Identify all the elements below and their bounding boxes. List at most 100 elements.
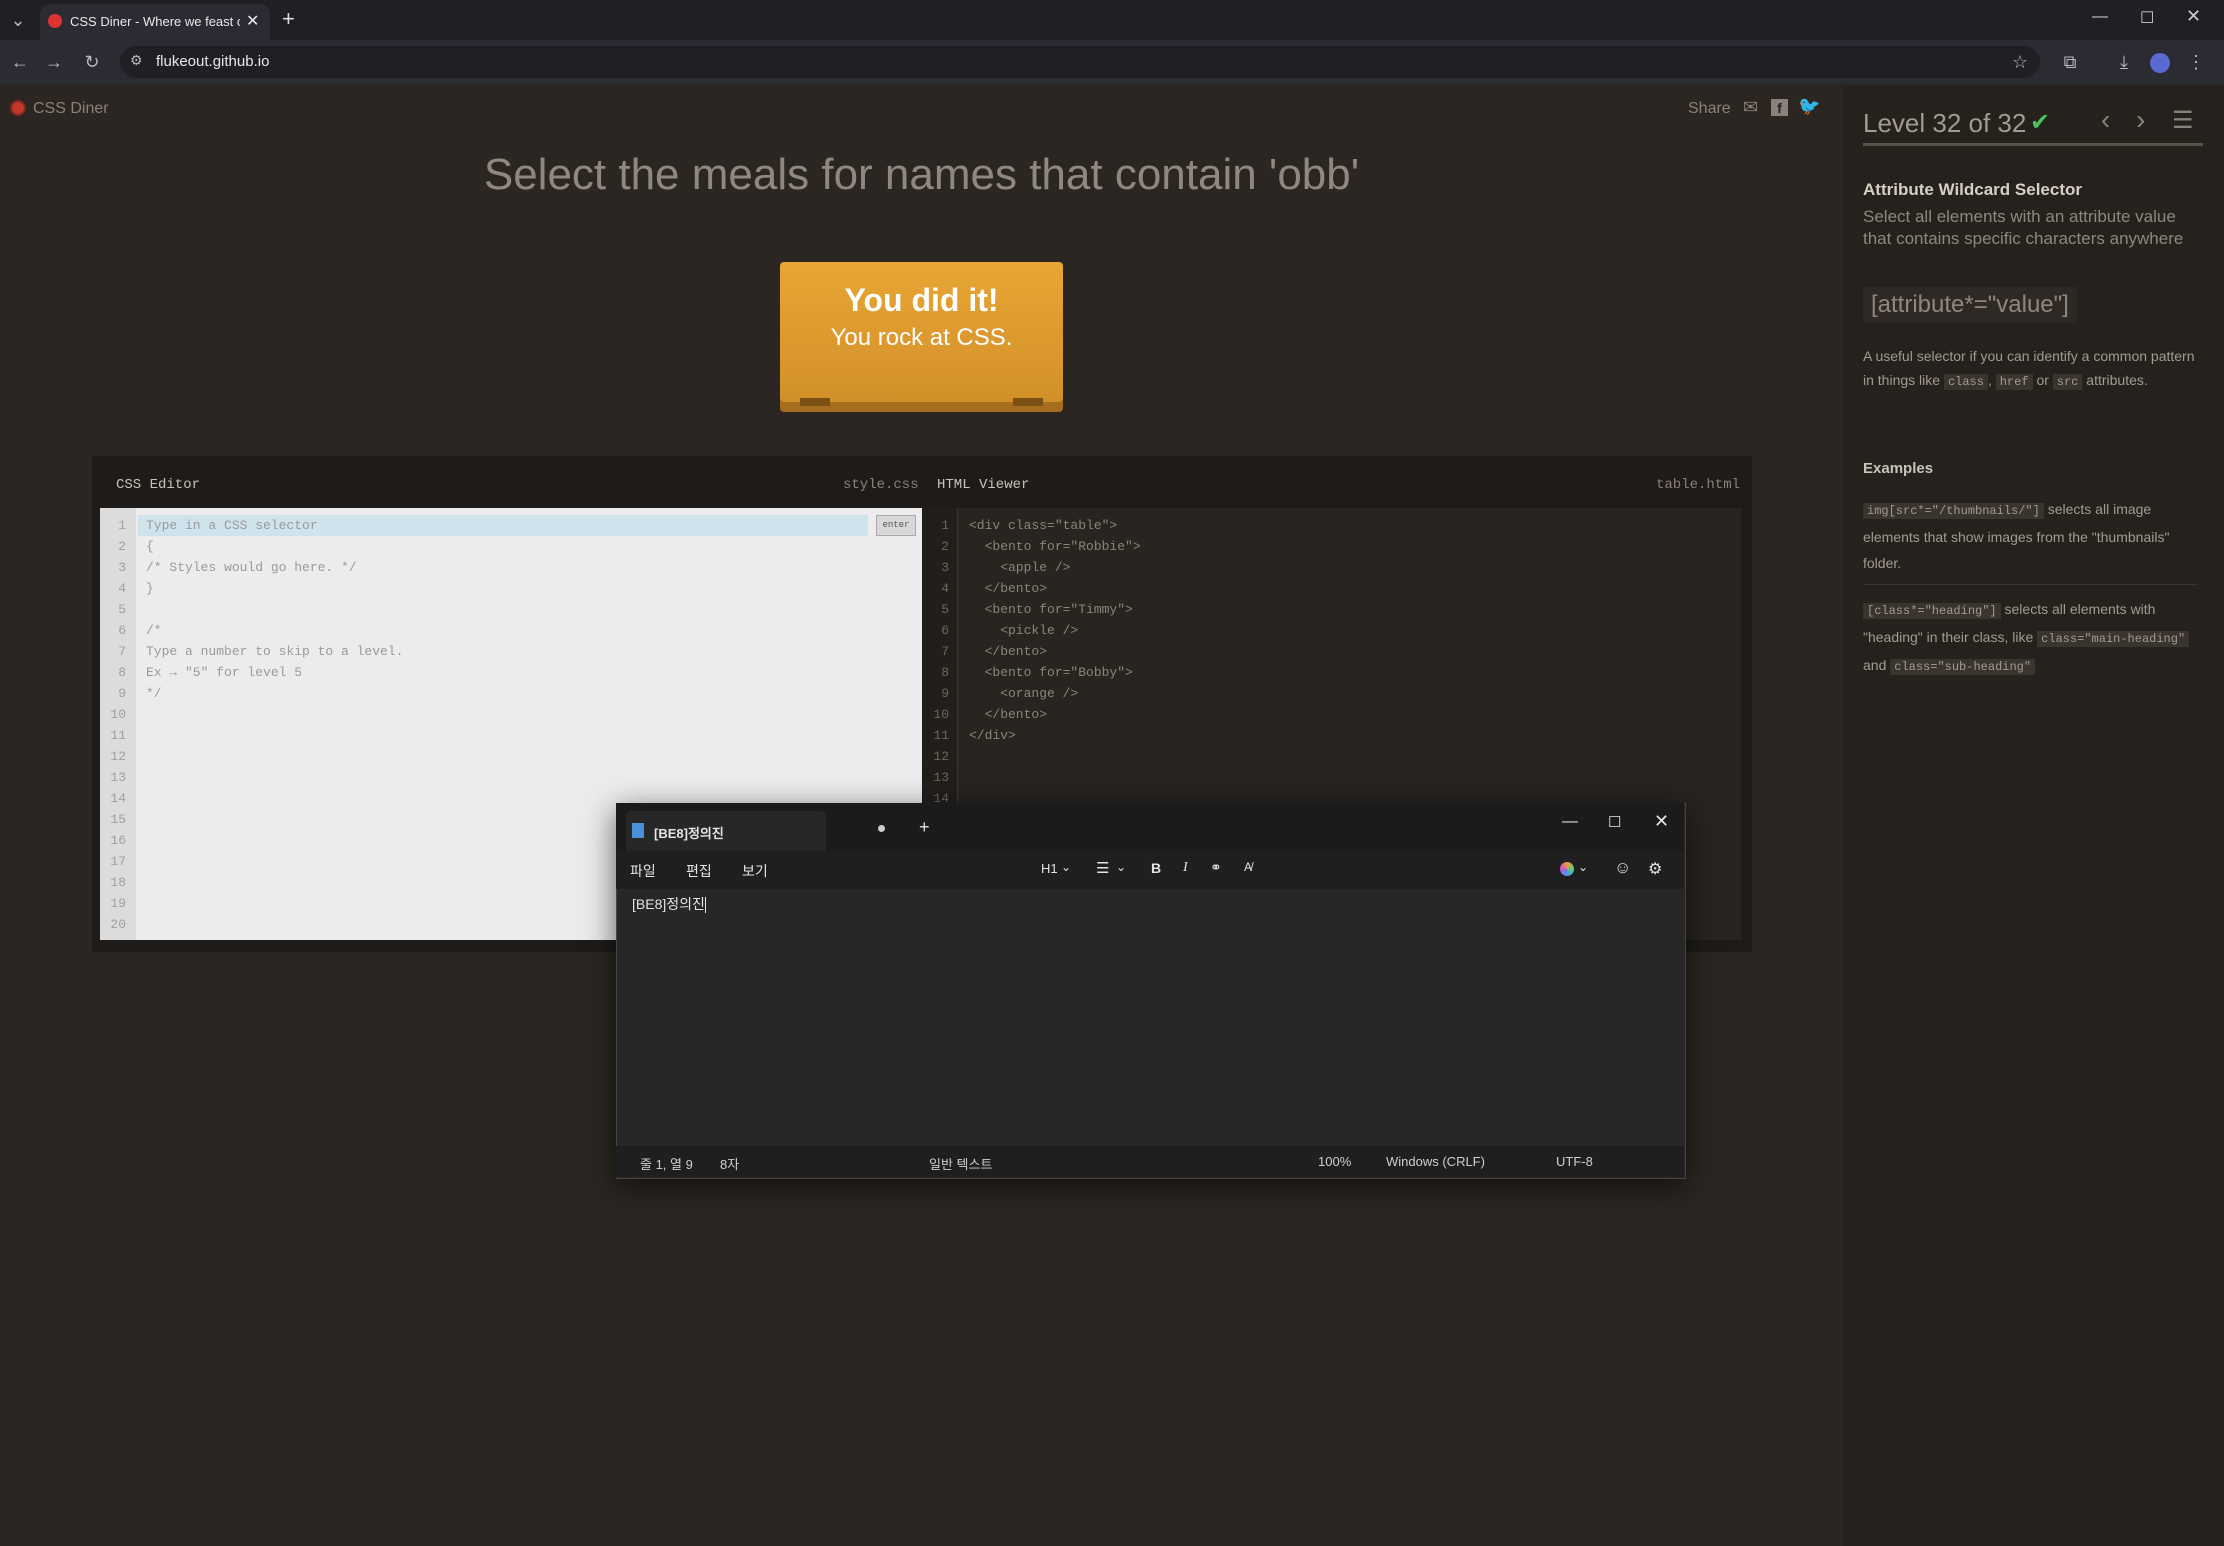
maximize-icon[interactable]: ☐ bbox=[2140, 8, 2154, 28]
selector-hint: A useful selector if you can identify a … bbox=[1863, 344, 2198, 394]
link-icon[interactable]: ⚭ bbox=[1210, 859, 1222, 876]
heading-dropdown[interactable]: H1 bbox=[1041, 861, 1058, 876]
extensions-icon[interactable]: ⧉ bbox=[2058, 50, 2082, 74]
code-text: </bento> bbox=[969, 581, 1048, 596]
menu-view[interactable]: 보기 bbox=[742, 861, 768, 881]
code-line: 11 bbox=[100, 725, 900, 746]
code-line: 4} bbox=[100, 578, 900, 599]
facebook-share-icon[interactable]: f bbox=[1771, 99, 1788, 116]
tab-search-icon[interactable]: ⌄ bbox=[6, 8, 30, 32]
line-number: 15 bbox=[110, 812, 126, 827]
notepad-minimize-icon[interactable]: — bbox=[1562, 813, 1578, 831]
code-line: 7 Type a number to skip to a level. bbox=[100, 641, 900, 662]
example-1: img[src*="/thumbnails/"] selects all ima… bbox=[1863, 496, 2198, 576]
example-2: [class*="heading"] selects all elements … bbox=[1863, 596, 2198, 680]
status-format[interactable]: 일반 텍스트 bbox=[929, 1154, 992, 1173]
selector-name: Attribute Wildcard Selector bbox=[1863, 180, 2082, 199]
line-number: 8 bbox=[118, 665, 126, 680]
status-position: 줄 1, 열 9 bbox=[640, 1157, 693, 1172]
line-number: 6 bbox=[118, 623, 126, 638]
notepad-maximize-icon[interactable]: ☐ bbox=[1608, 813, 1621, 831]
code-line: 12 bbox=[100, 746, 900, 767]
browser-menu-icon[interactable]: ⋮ bbox=[2184, 50, 2208, 74]
line-number: 2 bbox=[941, 539, 949, 554]
html-file-label: table.html bbox=[1656, 477, 1741, 493]
code-line: 8 <bento for="Bobby"> bbox=[923, 662, 1723, 683]
level-complete-check-icon: ✔ bbox=[2030, 109, 2051, 136]
clear-formatting-icon[interactable]: A̸ bbox=[1244, 860, 1252, 874]
bold-icon[interactable]: B bbox=[1151, 860, 1161, 876]
profile-avatar[interactable] bbox=[2150, 53, 2170, 73]
code-line: 10 bbox=[100, 704, 900, 725]
notepad-new-tab-icon[interactable]: + bbox=[919, 817, 930, 838]
line-number: 10 bbox=[933, 707, 949, 722]
site-info-icon[interactable]: ⚙ bbox=[130, 52, 143, 69]
list-icon[interactable]: ☰ bbox=[1096, 859, 1109, 877]
notepad-titlebar: [BE8]정의진 + — ☐ ✕ bbox=[616, 803, 1684, 851]
notepad-menubar: 파일 편집 보기 H1 ⌄ ☰ ⌄ B I ⚭ A̸ ⌄ ☺ ⚙ bbox=[616, 851, 1684, 889]
unsaved-dot-icon[interactable] bbox=[878, 825, 885, 832]
back-icon[interactable]: ← bbox=[8, 50, 32, 74]
account-icon[interactable]: ☺ bbox=[1614, 858, 1631, 878]
text-cursor bbox=[704, 897, 706, 914]
example-2-code-sub: class="sub-heading" bbox=[1890, 659, 2036, 675]
code-line: 12 bbox=[923, 746, 1723, 767]
chevron-down-icon[interactable]: ⌄ bbox=[1578, 860, 1588, 874]
plate-foot bbox=[1013, 398, 1043, 406]
code-line: 6 <pickle /> bbox=[923, 620, 1723, 641]
line-number: 11 bbox=[110, 728, 126, 743]
line-number: 10 bbox=[110, 707, 126, 722]
level-instruction-heading: Select the meals for names that contain … bbox=[483, 150, 1360, 199]
download-icon[interactable]: ⤓ bbox=[2112, 50, 2136, 74]
code-line: 5 bbox=[100, 599, 900, 620]
tab-close-icon[interactable]: ✕ bbox=[246, 11, 259, 31]
level-menu-icon[interactable]: ☰ bbox=[2172, 106, 2194, 135]
code-line: 9 */ bbox=[100, 683, 900, 704]
email-share-icon[interactable]: ✉ bbox=[1743, 97, 1758, 118]
chevron-down-icon[interactable]: ⌄ bbox=[1116, 860, 1126, 874]
css-editor-label: CSS Editor bbox=[116, 477, 201, 493]
line-number: 11 bbox=[933, 728, 949, 743]
previous-level-icon[interactable]: ‹ bbox=[2101, 104, 2110, 136]
twitter-share-icon[interactable]: 🐦 bbox=[1798, 96, 1820, 117]
url-bar[interactable]: ⚙ flukeout.github.io bbox=[120, 46, 2040, 78]
notepad-tab[interactable]: [BE8]정의진 bbox=[626, 811, 826, 851]
code-text: <bento for="Bobby"> bbox=[969, 665, 1133, 680]
code-line: 10 </bento> bbox=[923, 704, 1723, 725]
notepad-statusbar: 줄 1, 열 9 8자 일반 텍스트 100% Windows (CRLF) U… bbox=[616, 1146, 1684, 1177]
menu-edit[interactable]: 편집 bbox=[686, 861, 712, 881]
next-level-icon[interactable]: › bbox=[2136, 104, 2145, 136]
status-zoom[interactable]: 100% bbox=[1318, 1154, 1351, 1169]
plate-message-line1: You did it! bbox=[844, 282, 999, 318]
close-window-icon[interactable]: ✕ bbox=[2186, 6, 2201, 27]
plate-foot bbox=[800, 398, 830, 406]
line-number: 17 bbox=[110, 854, 126, 869]
minimize-icon[interactable]: — bbox=[2092, 8, 2108, 26]
hint-code-href: href bbox=[1995, 374, 2033, 390]
line-number: 3 bbox=[941, 560, 949, 575]
forward-icon[interactable]: → bbox=[42, 50, 66, 74]
settings-gear-icon[interactable]: ⚙ bbox=[1648, 859, 1662, 879]
code-text: </bento> bbox=[969, 644, 1048, 659]
new-tab-button[interactable]: + bbox=[282, 6, 295, 32]
example-2-and: and bbox=[1863, 657, 1887, 673]
italic-icon[interactable]: I bbox=[1183, 860, 1188, 876]
chevron-down-icon[interactable]: ⌄ bbox=[1061, 860, 1071, 874]
hint-code-class: class bbox=[1943, 374, 1988, 390]
line-number: 7 bbox=[118, 644, 126, 659]
url-text: flukeout.github.io bbox=[156, 53, 270, 70]
reload-icon[interactable]: ↻ bbox=[80, 50, 104, 74]
site-logo-text[interactable]: CSS Diner bbox=[33, 100, 109, 118]
code-line: 5 <bento for="Timmy"> bbox=[923, 599, 1723, 620]
bookmark-star-icon[interactable]: ☆ bbox=[2008, 50, 2032, 74]
status-line-ending[interactable]: Windows (CRLF) bbox=[1386, 1154, 1485, 1169]
line-number: 1 bbox=[118, 518, 126, 533]
line-number: 5 bbox=[941, 602, 949, 617]
html-viewer-label: HTML Viewer bbox=[937, 477, 1030, 493]
notepad-editor[interactable]: [BE8]정의진 bbox=[632, 894, 706, 914]
status-encoding[interactable]: UTF-8 bbox=[1556, 1154, 1593, 1169]
copilot-icon[interactable] bbox=[1560, 862, 1574, 876]
menu-file[interactable]: 파일 bbox=[630, 861, 656, 881]
browser-tab[interactable]: CSS Diner - Where we feast on ✕ bbox=[40, 4, 270, 40]
notepad-close-icon[interactable]: ✕ bbox=[1654, 811, 1669, 832]
